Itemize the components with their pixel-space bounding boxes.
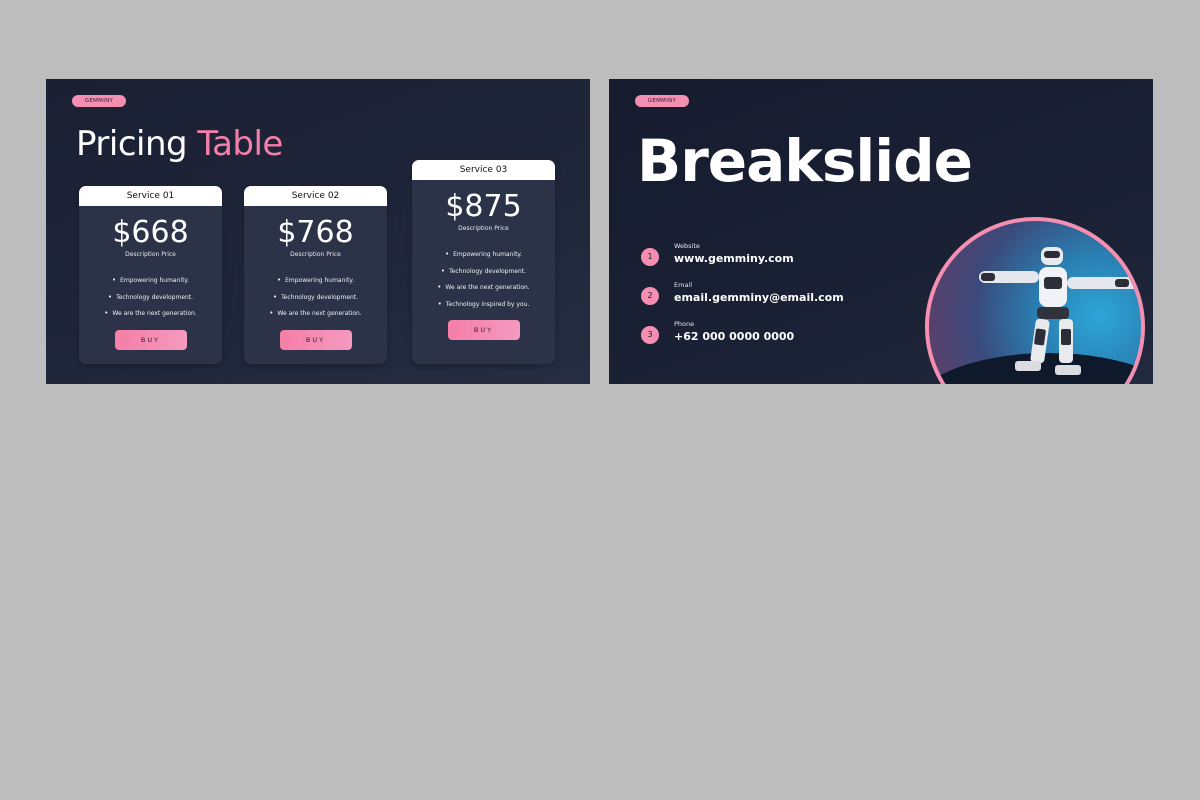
robot-icon: [979, 247, 1139, 375]
feature-text: We are the next generation.: [445, 284, 530, 291]
feature-item: • Technology development.: [79, 289, 222, 306]
card-service-label: Service 01: [79, 186, 222, 206]
contact-label: Phone: [674, 320, 695, 328]
feature-item: • We are the next generation.: [79, 305, 222, 322]
number-badge: 2: [641, 287, 659, 305]
bullet-icon: •: [437, 299, 442, 308]
robot-image: [925, 217, 1145, 384]
card-service-label: Service 03: [412, 160, 555, 180]
feature-item: • Technology development.: [244, 289, 387, 306]
bullet-icon: •: [276, 276, 282, 284]
feature-item: • Empowering humanity.: [79, 272, 222, 289]
bullet-icon: •: [111, 276, 117, 284]
feature-item: • Technology development.: [412, 263, 555, 280]
phone-number[interactable]: +62 000 0000 0000: [674, 330, 794, 343]
feature-text: We are the next generation.: [277, 310, 362, 317]
title-main: Pricing: [76, 124, 188, 164]
brand-pill: GEMMINY: [72, 95, 126, 107]
card-price-description: Description Price: [125, 251, 176, 258]
bullet-icon: •: [269, 309, 274, 317]
pricing-card-1: Service 01 $668 Description Price • Empow…: [79, 186, 222, 364]
pricing-table-slide: GEMMINY Pricing Table Service 01 $668 De…: [46, 79, 590, 384]
pricing-card-3: Service 03 $875 Description Price • Empow…: [412, 160, 555, 364]
card-price: $668: [112, 215, 189, 250]
buy-button[interactable]: BUY: [279, 329, 352, 350]
bullet-icon: •: [107, 292, 113, 301]
feature-item: • We are the next generation.: [412, 279, 555, 296]
card-price: $875: [445, 189, 522, 224]
breakslide-slide: GEMMINY Breakslide 1 Website www.gemminy…: [609, 79, 1153, 384]
feature-text: Technology development.: [116, 293, 194, 301]
bullet-icon: •: [444, 250, 450, 258]
feature-item: • We are the next generation.: [244, 305, 387, 322]
website-link[interactable]: www.gemminy.com: [674, 252, 794, 265]
feature-list: • Empowering humanity. • Technology develo…: [79, 272, 222, 322]
card-price-description: Description Price: [458, 225, 509, 232]
feature-text: Empowering humanity.: [120, 277, 190, 284]
slide-title: Breakslide: [637, 127, 973, 195]
feature-text: Technology development.: [449, 267, 527, 275]
feature-item: • Empowering humanity.: [412, 246, 555, 263]
feature-list: • Empowering humanity. • Technology develo…: [244, 272, 387, 322]
buy-button[interactable]: BUY: [447, 320, 520, 340]
number-badge: 3: [641, 326, 659, 344]
contact-label: Website: [674, 242, 700, 250]
slide-title: Pricing Table: [76, 124, 283, 164]
card-price: $768: [277, 215, 354, 250]
feature-text: Technology inspired by you.: [445, 300, 530, 308]
feature-text: Empowering humanity.: [285, 277, 355, 284]
feature-item: • Technology inspired by you.: [412, 296, 555, 313]
bullet-icon: •: [104, 309, 109, 317]
bullet-icon: •: [437, 283, 442, 291]
pricing-card-2: Service 02 $768 Description Price • Empow…: [244, 186, 387, 364]
card-price-description: Description Price: [290, 251, 341, 258]
number-badge: 1: [641, 248, 659, 266]
feature-text: Technology development.: [281, 293, 359, 301]
bullet-icon: •: [272, 292, 278, 301]
feature-text: We are the next generation.: [112, 310, 197, 317]
contact-label: Email: [674, 281, 693, 289]
email-link[interactable]: email.gemminy@email.com: [674, 291, 844, 304]
brand-pill: GEMMINY: [635, 95, 689, 107]
bullet-icon: •: [440, 266, 446, 275]
card-service-label: Service 02: [244, 186, 387, 206]
feature-text: Empowering humanity.: [453, 251, 523, 258]
feature-item: • Empowering humanity.: [244, 272, 387, 289]
title-accent: Table: [197, 124, 283, 164]
buy-button[interactable]: BUY: [114, 329, 187, 350]
feature-list: • Empowering humanity. • Technology develo…: [412, 246, 555, 312]
